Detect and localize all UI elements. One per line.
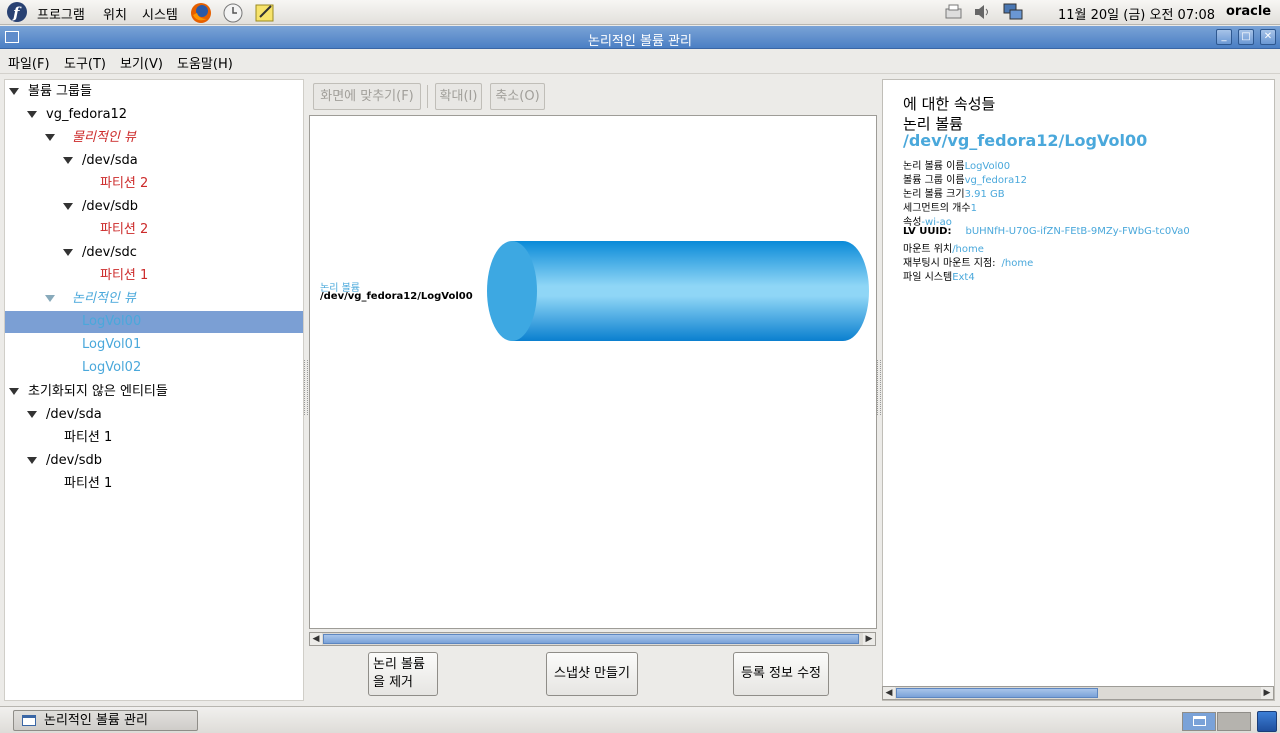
pane-splitter[interactable] xyxy=(877,360,881,415)
tree-item-partition[interactable]: 파티션 2 xyxy=(5,173,303,195)
tree-item-partition[interactable]: 파티션 2 xyxy=(5,219,303,241)
expander-icon[interactable] xyxy=(9,88,19,95)
remove-lv-button[interactable]: 논리 볼륨 을 제거 xyxy=(368,652,438,696)
volume-canvas[interactable]: 논리 볼륨 /dev/vg_fedora12/LogVol00 xyxy=(309,115,877,629)
firefox-icon[interactable] xyxy=(189,1,211,23)
window-titlebar[interactable]: 논리적인 볼륨 관리 _ □ ✕ xyxy=(0,26,1280,49)
trash-icon[interactable] xyxy=(1257,711,1277,732)
properties-heading: 에 대한 속성들 xyxy=(903,95,996,113)
workspace-1[interactable] xyxy=(1182,712,1216,731)
scroll-right-icon[interactable]: ▶ xyxy=(863,633,875,645)
scroll-left-icon[interactable]: ◀ xyxy=(883,687,895,699)
scroll-right-icon[interactable]: ▶ xyxy=(1261,687,1273,699)
prop-row: LV UUID: bUHNfH-U70G-ifZN-FEtB-9MZy-FWbG-… xyxy=(903,226,1190,237)
close-button[interactable]: ✕ xyxy=(1260,29,1276,45)
prop-row: 논리 볼륨 이름LogVol00 xyxy=(903,161,1011,172)
prop-row: 재부팅시 마운트 지점:/home xyxy=(903,258,1034,269)
menubar: 파일(F) 도구(T) 보기(V) 도움말(H) xyxy=(0,49,1280,74)
tree-item-logical-view[interactable]: 논리적인 뷰 xyxy=(5,288,303,310)
network-icon[interactable] xyxy=(1002,1,1024,23)
top-panel: f 프로그램 위치 시스템 11월 20일 (금) 오전 07:08 oracl… xyxy=(0,0,1280,25)
fit-to-screen-button[interactable]: 화면에 맞추기(F) xyxy=(313,83,421,110)
menu-tools[interactable]: 도구(T) xyxy=(64,53,106,72)
fedora-logo-icon[interactable]: f xyxy=(6,1,28,23)
prop-row: 마운트 위치/home xyxy=(903,244,984,255)
lv-path-label: /dev/vg_fedora12/LogVol00 xyxy=(320,291,473,302)
menu-applications[interactable]: 프로그램 xyxy=(37,4,85,23)
prop-row: 파일 시스템Ext4 xyxy=(903,272,975,283)
tree-item-logvol00[interactable]: LogVol00 xyxy=(5,311,303,333)
expander-icon[interactable] xyxy=(27,457,37,464)
toolbar-separator xyxy=(427,85,428,108)
edit-properties-button[interactable]: 등록 정보 수정 xyxy=(733,652,829,696)
pane-splitter[interactable] xyxy=(304,360,308,415)
expander-icon[interactable] xyxy=(45,295,55,302)
properties-hscrollbar[interactable]: ◀ ▶ xyxy=(882,686,1274,700)
menu-view[interactable]: 보기(V) xyxy=(120,53,163,72)
expander-icon[interactable] xyxy=(27,411,37,418)
tree-item-volume-groups[interactable]: 볼륨 그룹들 xyxy=(5,81,303,103)
tree-item-uninitialized[interactable]: 초기화되지 않은 엔티티들 xyxy=(5,381,303,403)
expander-icon[interactable] xyxy=(9,388,19,395)
properties-panel: 에 대한 속성들 논리 볼륨 /dev/vg_fedora12/LogVol00… xyxy=(882,79,1275,701)
canvas-hscrollbar[interactable]: ◀ ▶ xyxy=(309,632,876,646)
tree-item-dev-sda[interactable]: /dev/sda xyxy=(5,150,303,172)
window-icon xyxy=(22,715,36,726)
tree-item-physical-view[interactable]: 물리적인 뷰 xyxy=(5,127,303,149)
prop-row: 세그먼트의 개수1 xyxy=(903,203,977,214)
menu-places[interactable]: 위치 xyxy=(103,4,127,23)
tree-item-partition[interactable]: 파티션 1 xyxy=(5,427,303,449)
zoom-in-button[interactable]: 확대(I) xyxy=(435,83,482,110)
tree-item-dev-sdc[interactable]: /dev/sdc xyxy=(5,242,303,264)
menu-system[interactable]: 시스템 xyxy=(142,4,178,23)
tree-item-vg[interactable]: vg_fedora12 xyxy=(5,104,303,126)
window-title: 논리적인 볼륨 관리 xyxy=(588,34,692,49)
tree-item-partition[interactable]: 파티션 1 xyxy=(5,473,303,495)
volume-icon[interactable] xyxy=(971,1,993,23)
mail-clock-icon[interactable] xyxy=(221,1,243,23)
tree-item-partition[interactable]: 파티션 1 xyxy=(5,265,303,287)
prop-row: 논리 볼륨 크기3.91 GB xyxy=(903,189,1005,200)
bottom-taskbar: 논리적인 볼륨 관리 xyxy=(0,706,1280,733)
properties-path: /dev/vg_fedora12/LogVol00 xyxy=(903,131,1148,150)
clock[interactable]: 11월 20일 (금) 오전 07:08 xyxy=(1058,4,1215,23)
scroll-thumb[interactable] xyxy=(323,634,859,644)
expander-icon[interactable] xyxy=(63,157,73,164)
expander-icon[interactable] xyxy=(45,134,55,141)
scroll-left-icon[interactable]: ◀ xyxy=(310,633,322,645)
network-printer-icon[interactable] xyxy=(943,1,965,23)
tree-item-logvol01[interactable]: LogVol01 xyxy=(5,334,303,356)
menu-file[interactable]: 파일(F) xyxy=(8,53,50,72)
tree-item-dev-sdb[interactable]: /dev/sdb xyxy=(5,196,303,218)
expander-icon[interactable] xyxy=(63,203,73,210)
maximize-button[interactable]: □ xyxy=(1238,29,1254,45)
create-snapshot-button[interactable]: 스냅샷 만들기 xyxy=(546,652,638,696)
menu-help[interactable]: 도움말(H) xyxy=(177,53,233,72)
tree-item-logvol02[interactable]: LogVol02 xyxy=(5,357,303,379)
expander-icon[interactable] xyxy=(63,249,73,256)
notepad-icon[interactable] xyxy=(253,1,275,23)
expander-icon[interactable] xyxy=(27,111,37,118)
user-name[interactable]: oracle xyxy=(1226,4,1271,19)
workspace-2[interactable] xyxy=(1217,712,1251,731)
minimize-button[interactable]: _ xyxy=(1216,29,1232,45)
zoom-out-button[interactable]: 축소(O) xyxy=(490,83,545,110)
taskbar-window-button[interactable]: 논리적인 볼륨 관리 xyxy=(13,710,198,731)
lv-cylinder[interactable] xyxy=(486,240,870,344)
scroll-thumb[interactable] xyxy=(896,688,1098,698)
volume-tree[interactable]: 볼륨 그룹들 vg_fedora12 물리적인 뷰 /dev/sda 파티션 2… xyxy=(4,79,304,701)
tree-item-uninit-sdb[interactable]: /dev/sdb xyxy=(5,450,303,472)
tree-item-uninit-sda[interactable]: /dev/sda xyxy=(5,404,303,426)
prop-row: 볼륨 그룹 이름vg_fedora12 xyxy=(903,175,1027,186)
